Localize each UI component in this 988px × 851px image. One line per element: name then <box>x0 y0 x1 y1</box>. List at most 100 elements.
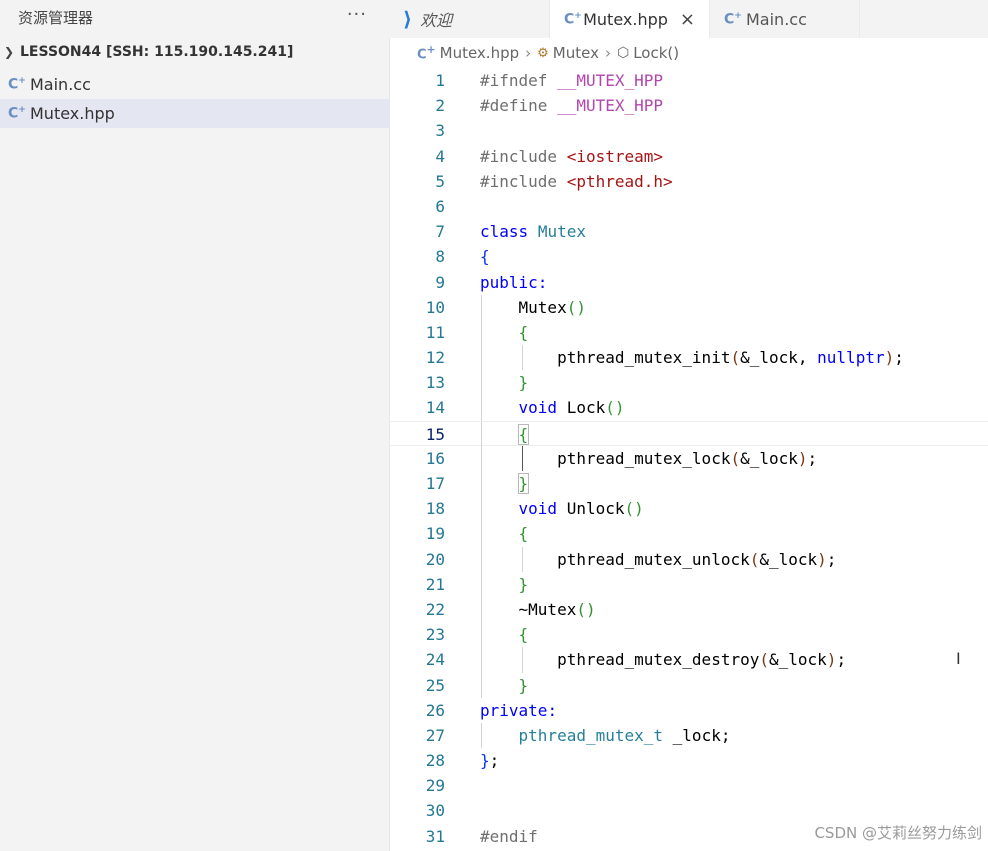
tab-welcome[interactable]: ⟩ 欢迎 <box>389 0 550 38</box>
file-item-main-cc[interactable]: C+ Main.cc <box>0 70 389 99</box>
line-number: 3 <box>435 121 445 141</box>
code-line: 28}; <box>389 748 988 773</box>
line-number: 4 <box>435 146 445 166</box>
line-number: 25 <box>425 675 445 695</box>
line-number: 26 <box>425 700 445 720</box>
cpp-file-icon: C+ <box>417 43 436 63</box>
line-text: pthread_mutex_lock(&_lock); <box>480 448 818 468</box>
code-line: 24 pthread_mutex_destroy(&_lock); <box>389 647 988 673</box>
code-line: 1 #ifndef __MUTEX_HPP <box>389 68 988 93</box>
file-name: Mutex.hpp <box>30 104 115 123</box>
code-line: 18 void Unlock() <box>389 496 988 522</box>
line-number: 12 <box>425 348 445 368</box>
code-line: 26 private: <box>389 698 988 723</box>
line-text: pthread_mutex_destroy(&_lock); <box>480 650 847 670</box>
code-line: 13 } <box>389 370 988 396</box>
line-number: 7 <box>435 222 445 242</box>
tab-mutex-hpp[interactable]: C+ Mutex.hpp × <box>550 0 710 38</box>
tab-label: Mutex.hpp <box>583 9 668 29</box>
code-line: 4 #include <iostream> <box>389 144 988 169</box>
code-line: 25 } <box>389 672 988 698</box>
line-number: 9 <box>435 272 445 292</box>
explorer-sidebar: 资源管理器 ··· ❯ LESSON44 [SSH: 115.190.145.2… <box>0 0 390 851</box>
code-line: 6 <box>389 194 988 219</box>
line-text: #endif <box>480 826 538 846</box>
line-number: 1 <box>435 71 445 90</box>
line-text: }; <box>480 751 500 771</box>
cpp-file-icon: C+ <box>564 10 582 28</box>
code-area[interactable]: 1 #ifndef __MUTEX_HPP 2 #define __MUTEX_HP… <box>389 68 988 849</box>
line-number: 24 <box>425 650 445 670</box>
editor: ⟩ 欢迎 C+ Mutex.hpp × C+ Main.cc C+ Mutex.… <box>389 0 988 851</box>
line-number: 8 <box>435 247 445 267</box>
line-number: 14 <box>425 398 445 418</box>
tab-bar: ⟩ 欢迎 C+ Mutex.hpp × C+ Main.cc <box>389 0 988 38</box>
breadcrumb-class[interactable]: Mutex <box>553 44 599 62</box>
file-item-mutex-hpp[interactable]: C+ Mutex.hpp <box>0 99 389 128</box>
code-line: 9 public: <box>389 270 988 295</box>
code-line: 22 ~Mutex() <box>389 596 988 623</box>
code-line: 27 pthread_mutex_t _lock; <box>389 722 988 749</box>
explorer-title: 资源管理器 <box>18 8 94 27</box>
cpp-file-icon: C+ <box>8 76 26 93</box>
line-number: 17 <box>425 474 445 493</box>
file-name: Main.cc <box>30 75 91 94</box>
code-line: 14 void Lock() <box>389 395 988 421</box>
code-line: 3 <box>389 118 988 143</box>
cpp-file-icon: C+ <box>724 10 742 28</box>
code-line: 17 } <box>389 471 988 497</box>
line-text: pthread_mutex_unlock(&_lock); <box>480 549 837 569</box>
line-text: ~Mutex() <box>480 599 596 619</box>
breadcrumb-method[interactable]: Lock() <box>633 44 679 62</box>
code-line: 29 <box>389 773 988 798</box>
breadcrumb: C+ Mutex.hpp › ⚙ Mutex › ⬡ Lock() <box>389 38 988 68</box>
code-line: 5 #include <pthread.h> <box>389 169 988 194</box>
line-number: 18 <box>425 499 445 519</box>
workspace-folder-label: LESSON44 [SSH: 115.190.145.241] <box>20 44 294 60</box>
line-text: } <box>517 473 530 494</box>
line-text: pthread_mutex_t _lock; <box>518 725 731 745</box>
cpp-file-icon: C+ <box>8 105 26 122</box>
line-text: pthread_mutex_init(&_lock, nullptr); <box>480 348 904 368</box>
line-text: private: <box>480 700 558 720</box>
line-text: } <box>518 574 529 594</box>
line-text: public: <box>480 272 548 292</box>
line-number: 30 <box>425 801 445 821</box>
line-number: 13 <box>425 373 445 393</box>
close-icon[interactable]: × <box>680 9 695 30</box>
class-symbol-icon: ⚙ <box>537 45 549 61</box>
line-number: 23 <box>425 625 445 645</box>
code-line-current: 15 { <box>389 420 988 447</box>
line-number: 28 <box>425 751 445 771</box>
line-text: #include <iostream> <box>480 146 664 166</box>
line-text: void Unlock() <box>518 499 644 519</box>
line-number: 29 <box>425 776 445 796</box>
code-line: 12 pthread_mutex_init(&_lock, nullptr); <box>389 345 988 371</box>
tab-main-cc[interactable]: C+ Main.cc <box>710 0 860 38</box>
workspace-folder[interactable]: ❯ LESSON44 [SSH: 115.190.145.241] <box>0 34 389 70</box>
code-line: 19 { <box>389 521 988 547</box>
chevron-right-icon: › <box>525 44 532 62</box>
line-text: void Lock() <box>518 398 625 418</box>
code-line: 7 class Mutex <box>389 219 988 244</box>
code-line: 8{ <box>389 244 988 269</box>
line-text: } <box>518 675 529 695</box>
line-number: 6 <box>435 196 445 216</box>
line-text: { <box>518 322 529 342</box>
line-text: { <box>517 423 530 445</box>
chevron-down-icon: ❯ <box>4 45 15 59</box>
line-text: { <box>480 247 490 267</box>
line-number: 10 <box>425 297 445 317</box>
line-number: 15 <box>425 424 445 444</box>
method-cube-icon: ⬡ <box>616 45 630 61</box>
breadcrumb-file[interactable]: Mutex.hpp <box>440 44 520 62</box>
line-text: { <box>518 625 529 645</box>
line-number: 5 <box>435 171 445 191</box>
line-text: class Mutex <box>480 222 586 242</box>
line-text: #ifndef __MUTEX_HPP <box>480 71 664 90</box>
more-actions-icon[interactable]: ··· <box>347 4 367 25</box>
code-line: 23 { <box>389 622 988 648</box>
code-line: 30 <box>389 798 988 823</box>
line-text: Mutex() <box>480 297 586 317</box>
code-line: 21 } <box>389 571 988 597</box>
